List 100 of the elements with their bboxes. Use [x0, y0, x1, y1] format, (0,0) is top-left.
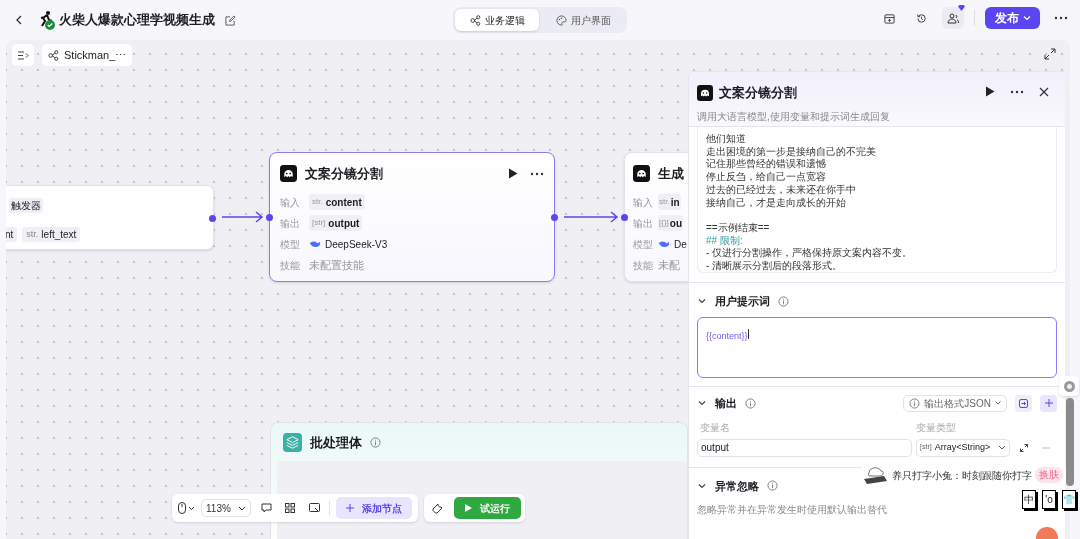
section-description: 忽略异常并在异常发生时使用默认输出替代	[697, 503, 888, 517]
bot-icon	[633, 165, 650, 183]
import-icon	[1019, 398, 1028, 408]
collaborators-button[interactable]	[942, 7, 964, 29]
param-chip: str.in	[658, 194, 681, 210]
prompt-line: 过去的已经过去，未来还在你手中	[706, 183, 857, 197]
param-chip: str. left_text	[22, 227, 81, 242]
palette-icon	[555, 14, 567, 26]
panel-description: 调用大语言模型,使用变量和提示词生成回复	[697, 110, 890, 124]
whale-icon	[658, 239, 670, 249]
section-title: 输出	[715, 395, 737, 411]
param-chip: nt	[6, 227, 18, 242]
info-icon	[909, 397, 921, 409]
zoom-select[interactable]: 113%	[201, 499, 251, 517]
bot-icon	[280, 165, 297, 183]
prompt-line: ==示例结束==	[706, 221, 771, 235]
whale-icon	[309, 239, 321, 249]
mouse-icon	[178, 502, 186, 514]
mode-tab[interactable]: 用户界面	[541, 9, 625, 31]
model-name: DeepSeek-V3	[325, 237, 388, 252]
prompt-line: - 仅进行分割操作，严格保持原文案内容不变。	[706, 247, 914, 260]
minimap-icon	[308, 503, 320, 513]
node-title: 生成	[658, 165, 684, 183]
node-title: 批处理体	[310, 434, 362, 452]
expand-icon	[1044, 48, 1056, 60]
column-header: 变量名	[699, 420, 731, 435]
edit-icon[interactable]	[225, 14, 236, 26]
expand-icon[interactable]	[1020, 443, 1028, 452]
system-prompt-box[interactable]: 他们知道 走出困境的第一步是接纳自己的不完美 记住那些曾经的错误和遗憾 停止反刍，给自己一点宽容 过去的已经过去，未来还在你手中 接纳自己，才是走向成长的开始 ==示例结束== ## 限制: - 仅进行分割操作，严格保持原文案内容不变。 - 清晰展示分割后的段落形式。	[697, 127, 1057, 273]
more-icon[interactable]	[1010, 89, 1024, 94]
output-format-button[interactable]: 输出格式JSON	[903, 394, 1007, 412]
node-card[interactable]: 触发器 nt str. left_text	[6, 185, 214, 250]
row-label: 输出	[633, 216, 654, 231]
users-icon	[947, 12, 959, 24]
section-title: 用户提示词	[715, 294, 770, 309]
prompt-line: 接纳自己，才是走向成长的开始	[706, 196, 847, 210]
mouse-mode-button[interactable]	[178, 502, 195, 514]
publish-button[interactable]: 发布	[985, 7, 1040, 29]
node-card[interactable]: 文案分镜分割 输入 str. content 输出 [str] output 模型 DeepSeek-V3 技能 未配置技能	[269, 152, 555, 282]
info-icon	[767, 480, 778, 492]
outline-toggle-button[interactable]	[12, 44, 34, 66]
workflow-chip[interactable]: Stickman_⋯	[42, 44, 133, 66]
collapse-icon[interactable]	[697, 398, 707, 408]
param-chip: str. content	[309, 194, 365, 210]
play-icon	[465, 504, 472, 512]
row-label: 技能	[633, 258, 654, 273]
more-icon[interactable]	[1054, 16, 1068, 20]
user-prompt-field[interactable]: {{content}}	[697, 316, 1057, 378]
add-output-button[interactable]	[1040, 394, 1057, 412]
keycap[interactable]: 'o	[1042, 490, 1056, 509]
play-icon[interactable]	[985, 86, 995, 97]
info-icon	[745, 397, 756, 409]
panel-title: 文案分镜分割	[719, 84, 797, 102]
node-title: 文案分镜分割	[305, 165, 383, 183]
column-header: 变量类型	[916, 420, 956, 435]
connector-arrow	[221, 211, 264, 223]
row-label: 输出	[280, 216, 301, 231]
connector-arrow	[563, 211, 619, 223]
plus-icon	[346, 504, 354, 512]
caret-icon	[1022, 15, 1031, 21]
caret-icon	[995, 401, 1001, 405]
bot-icon	[697, 84, 713, 101]
close-icon[interactable]	[1039, 86, 1049, 97]
row-label: 输入	[633, 195, 654, 210]
model-name: De	[674, 237, 687, 252]
nodes-icon	[48, 49, 59, 61]
prompt-line: 他们知道	[706, 133, 747, 146]
keycap[interactable]: 中	[1022, 490, 1036, 509]
prompt-line: 停止反刍，给自己一点宽容	[706, 171, 827, 184]
add-node-button[interactable]: 添加节点	[336, 497, 412, 519]
scroll-handle-button[interactable]	[1059, 376, 1079, 396]
row-value: 未配置技能	[309, 257, 364, 273]
variable-name-field[interactable]: output	[697, 438, 912, 457]
import-button[interactable]	[1015, 394, 1032, 412]
row-value: 未配	[658, 257, 680, 273]
play-icon[interactable]	[508, 168, 518, 179]
row-label: 模型	[633, 237, 654, 252]
node-card[interactable]: 生成 输入 str.in 输出 [{}]ou 模型 De 技能 未配	[624, 152, 688, 282]
layers-icon	[283, 433, 302, 453]
prompt-line: 记住那些曾经的错误和遗憾	[706, 158, 827, 171]
history-icon	[915, 12, 927, 24]
scrollbar-track[interactable]	[1066, 398, 1074, 486]
mode-tab[interactable]: 业务逻辑	[455, 9, 539, 31]
param-chip: [{}]ou	[658, 215, 683, 231]
caret-icon	[238, 505, 246, 511]
archive-icon	[883, 12, 895, 24]
info-icon	[778, 295, 789, 307]
row-label: 技能	[280, 258, 301, 273]
caret-icon	[188, 505, 195, 511]
nodes-icon	[469, 14, 481, 26]
prompt-line: 走出困境的第一步是接纳自己的不完美	[706, 145, 877, 159]
comment-icon	[260, 503, 272, 513]
section-title: 异常忽略	[715, 478, 759, 494]
fullscreen-button[interactable]	[1044, 48, 1056, 60]
back-button[interactable]	[14, 15, 24, 25]
more-icon[interactable]	[530, 171, 544, 176]
prompt-heading: ## 限制:	[706, 234, 744, 247]
caret-icon	[998, 445, 1006, 450]
info-icon	[370, 437, 381, 449]
back-icon	[14, 15, 24, 25]
